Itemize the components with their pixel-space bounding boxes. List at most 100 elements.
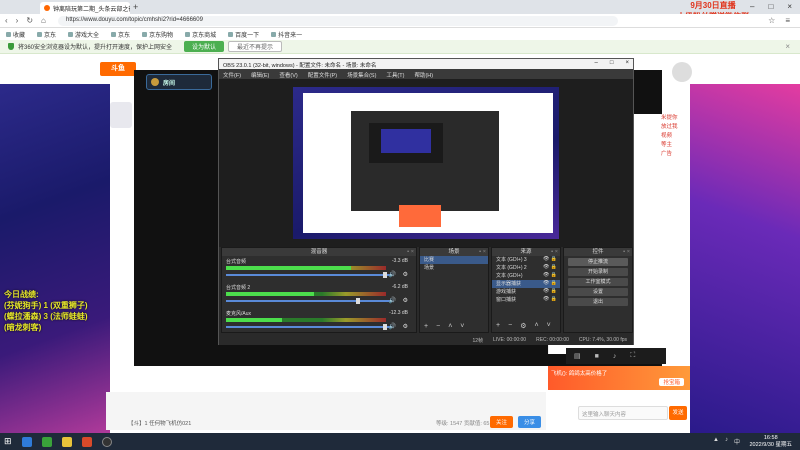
chat-input[interactable]: 这里输入聊天内容 xyxy=(578,406,668,420)
source-item[interactable]: 窗口捕获 👁 🔒 xyxy=(492,296,560,304)
minimize-icon[interactable]: – xyxy=(750,2,754,11)
set-default-button[interactable]: 设为默认 xyxy=(184,41,225,52)
gear-icon[interactable]: ⚙ xyxy=(403,323,408,330)
volume-slider[interactable] xyxy=(226,324,390,330)
slider-knob[interactable] xyxy=(382,324,387,330)
forward-icon[interactable]: › xyxy=(16,16,19,25)
reload-icon[interactable]: ↻ xyxy=(26,16,33,25)
scene-item[interactable]: 场景 xyxy=(420,264,488,272)
add-icon[interactable]: + xyxy=(424,323,428,330)
close-window-icon[interactable]: × xyxy=(787,2,792,11)
volume-slider[interactable] xyxy=(226,272,390,278)
stop-streaming-button[interactable]: 停止推流 xyxy=(568,258,628,266)
network-icon[interactable]: ▲ xyxy=(713,437,719,446)
menu-file[interactable]: 文件(F) xyxy=(223,71,241,79)
home-icon[interactable]: ⌂ xyxy=(41,16,46,25)
eye-lock-icon[interactable]: 👁 🔒 xyxy=(543,280,557,286)
move-down-icon[interactable]: ˅ xyxy=(547,322,551,330)
dock-options-icon[interactable]: ▪ × xyxy=(407,248,414,256)
danmaku-icon[interactable]: ▤ xyxy=(574,352,581,360)
ime-icon[interactable]: 中 xyxy=(734,437,740,446)
bookmark-item[interactable]: 抖音来一 xyxy=(271,30,302,39)
settings-button[interactable]: 设置 xyxy=(568,288,628,296)
eye-lock-icon[interactable]: 👁 🔒 xyxy=(543,256,557,262)
dock-options-icon[interactable]: ▪ × xyxy=(623,248,630,256)
obs-icon[interactable] xyxy=(101,436,112,447)
avatar[interactable] xyxy=(672,62,692,82)
maximize-icon[interactable]: □ xyxy=(610,60,614,66)
menu-help[interactable]: 帮助(H) xyxy=(414,71,433,79)
follow-button[interactable]: 关注 xyxy=(490,416,514,428)
grab-chest-button[interactable]: 抢宝箱 xyxy=(659,378,684,386)
bookmark-item[interactable]: 京东 xyxy=(111,30,130,39)
volume-slider[interactable] xyxy=(226,298,390,304)
game-icon[interactable] xyxy=(81,436,92,447)
dock-options-icon[interactable]: ▪ × xyxy=(551,248,558,256)
obs-preview[interactable] xyxy=(293,87,559,239)
gift-icon[interactable]: ■ xyxy=(595,353,599,360)
bookmark-item[interactable]: 游戏大全 xyxy=(68,30,99,39)
360-browser-icon[interactable] xyxy=(41,436,52,447)
fullscreen-icon[interactable]: ⛶ xyxy=(630,352,635,360)
gift-item[interactable]: 【斗】1 任何物飞机仿021 xyxy=(128,419,191,427)
bookmark-item[interactable]: 京东商城 xyxy=(185,30,216,39)
bookmark-item[interactable]: 收藏 xyxy=(6,30,25,39)
bookmark-item[interactable]: 京东 xyxy=(37,30,56,39)
star-icon[interactable]: ☆ xyxy=(768,16,775,25)
speaker-icon[interactable]: 🔊 xyxy=(389,297,396,304)
move-up-icon[interactable]: ˄ xyxy=(448,323,452,330)
speaker-icon[interactable]: 🔊 xyxy=(389,271,396,278)
eye-lock-icon[interactable]: 👁 🔒 xyxy=(543,272,557,278)
menu-tools[interactable]: 工具(T) xyxy=(386,71,404,79)
minimize-icon[interactable]: – xyxy=(595,60,598,66)
speaker-icon[interactable]: 🔊 xyxy=(389,323,396,330)
eye-lock-icon[interactable]: 👁 🔒 xyxy=(543,296,557,302)
remove-icon[interactable]: − xyxy=(436,323,440,330)
site-logo[interactable]: 斗鱼 xyxy=(100,62,136,76)
remove-icon[interactable]: − xyxy=(508,322,512,330)
source-item[interactable]: 文本 (GDI+) 3 👁 🔒 xyxy=(492,256,560,264)
exit-button[interactable]: 退出 xyxy=(568,298,628,306)
gear-icon[interactable]: ⚙ xyxy=(520,322,526,330)
browser-tab[interactable]: 钟离陪玩第二期_头条云部之行 × xyxy=(40,2,130,14)
studio-mode-button[interactable]: 工作室模式 xyxy=(568,278,628,286)
maximize-icon[interactable]: □ xyxy=(768,2,773,11)
menu-profile[interactable]: 配置文件(P) xyxy=(308,71,337,79)
eye-lock-icon[interactable]: 👁 🔒 xyxy=(543,288,557,294)
scene-item[interactable]: 比赛 xyxy=(420,256,488,264)
send-button[interactable]: 发送 xyxy=(669,406,687,420)
share-button[interactable]: 分享 xyxy=(518,416,542,428)
volume-icon[interactable]: ♪ xyxy=(613,353,617,360)
move-up-icon[interactable]: ˄ xyxy=(534,322,538,330)
menu-edit[interactable]: 编辑(E) xyxy=(251,71,269,79)
source-item[interactable]: 游戏捕获 👁 🔒 xyxy=(492,288,560,296)
new-tab-icon[interactable]: + xyxy=(133,2,138,12)
slider-knob[interactable] xyxy=(356,298,361,304)
url-field[interactable]: https://www.douyu.com/topic/cmhshi2?rid=… xyxy=(58,16,618,26)
bookmark-item[interactable]: 京东购物 xyxy=(142,30,173,39)
close-icon[interactable]: × xyxy=(785,42,790,51)
close-window-icon[interactable]: × xyxy=(625,60,629,66)
eye-lock-icon[interactable]: 👁 🔒 xyxy=(543,264,557,270)
folder-icon[interactable] xyxy=(61,436,72,447)
source-item[interactable]: 显示器捕获 👁 🔒 xyxy=(492,280,560,288)
gear-icon[interactable]: ⚙ xyxy=(403,271,408,278)
dont-remind-button[interactable]: 最近不再提示 xyxy=(228,41,283,52)
move-down-icon[interactable]: ˅ xyxy=(460,323,464,330)
start-recording-button[interactable]: 开始录制 xyxy=(568,268,628,276)
source-item[interactable]: 文本 (GDI+) 2 👁 🔒 xyxy=(492,264,560,272)
add-icon[interactable]: + xyxy=(496,322,500,330)
volume-icon[interactable]: ♪ xyxy=(725,437,728,446)
menu-view[interactable]: 查看(V) xyxy=(279,71,297,79)
ie-icon[interactable] xyxy=(21,436,32,447)
source-item[interactable]: 文本 (GDI+) 👁 🔒 xyxy=(492,272,560,280)
bookmark-item[interactable]: 百度一下 xyxy=(228,30,259,39)
menu-scene-collection[interactable]: 场景集合(S) xyxy=(347,71,376,79)
avatar[interactable] xyxy=(110,102,132,128)
menu-icon[interactable]: ≡ xyxy=(785,16,790,25)
back-icon[interactable]: ‹ xyxy=(5,16,8,25)
clock[interactable]: 16:58 2022/9/30 星期五 xyxy=(750,435,793,449)
dock-options-icon[interactable]: ▪ × xyxy=(479,248,486,256)
windows-start-icon[interactable]: ⊞ xyxy=(4,436,12,447)
slider-knob[interactable] xyxy=(382,272,387,278)
